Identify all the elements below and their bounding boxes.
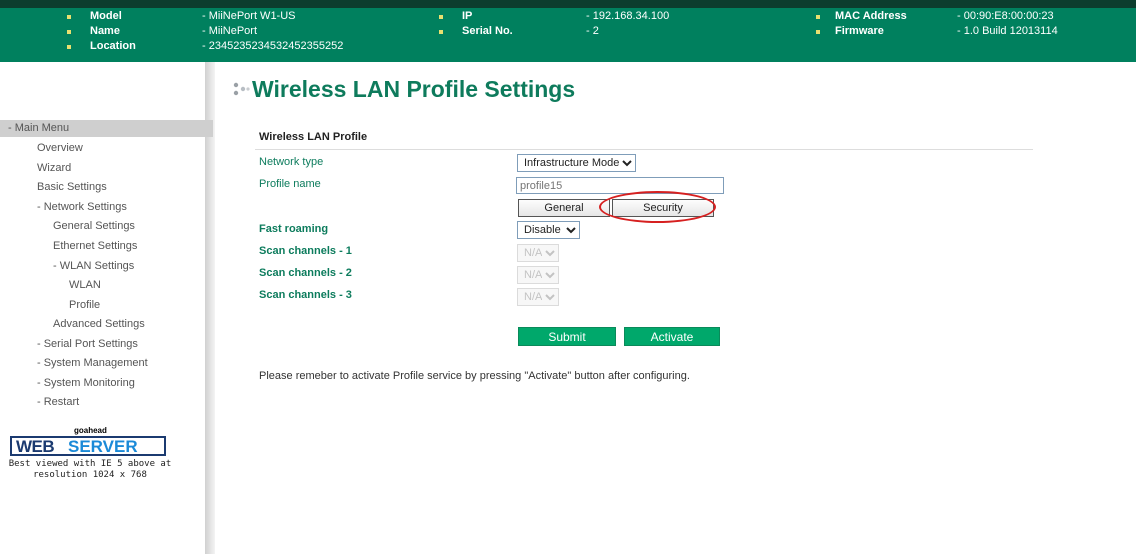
scan-channels-3-select[interactable]: N/A: [517, 288, 559, 306]
bullet-icon: [816, 15, 820, 19]
model-label: Model: [90, 10, 122, 22]
scan-channels-1-select[interactable]: N/A: [517, 244, 559, 262]
scan-channels-2-select[interactable]: N/A: [517, 266, 559, 284]
location-value: - 2345235234532452355252: [202, 40, 344, 52]
serial-value: - 2: [586, 25, 599, 37]
name-value: - MiiNePort: [202, 25, 258, 37]
location-label: Location: [90, 40, 136, 52]
main-menu-label: - Main Menu: [8, 122, 70, 134]
logo-web-text: WEB: [16, 437, 55, 456]
ip-label: IP: [462, 10, 473, 22]
submit-button[interactable]: Submit: [518, 327, 616, 346]
browser-note-line-1: Best viewed with IE 5 above at: [8, 459, 172, 469]
mac-label: MAC Address: [835, 10, 907, 22]
sidebar-item-system-monitoring[interactable]: - System Monitoring: [37, 376, 135, 390]
bullet-icon: [439, 30, 443, 34]
profile-name-label: Profile name: [259, 178, 321, 190]
mac-value: - 00:90:E8:00:00:23: [957, 10, 1054, 22]
network-type-label: Network type: [259, 156, 324, 168]
scan-channels-1-label: Scan channels - 1: [259, 245, 352, 257]
sidebar-item-wlan[interactable]: WLAN: [69, 278, 101, 292]
fast-roaming-label: Fast roaming: [259, 223, 329, 235]
browser-recommendation-note: Best viewed with IE 5 above at resolutio…: [0, 459, 180, 481]
model-value: - MiiNePort W1-US: [202, 10, 296, 22]
sidebar-item-ethernet-settings[interactable]: Ethernet Settings: [53, 239, 137, 253]
name-label: Name: [90, 25, 120, 37]
bullet-icon: [67, 45, 71, 49]
security-highlight-circle: [599, 191, 716, 223]
sidebar-item-advanced-settings[interactable]: Advanced Settings: [53, 317, 145, 331]
sidebar-item-system-management[interactable]: - System Management: [37, 356, 148, 370]
sidebar-item-general-settings[interactable]: General Settings: [53, 219, 135, 233]
section-divider: [255, 149, 1033, 150]
device-info-header: Model - MiiNePort W1-US Name - MiiNePort…: [0, 0, 1136, 62]
title-dots-icon: [233, 82, 250, 96]
section-title: Wireless LAN Profile: [259, 131, 368, 143]
bullet-icon: [816, 30, 820, 34]
activate-button[interactable]: Activate: [624, 327, 720, 346]
serial-label: Serial No.: [462, 25, 513, 37]
sidebar-item-basic-settings[interactable]: Basic Settings: [37, 180, 107, 194]
profile-name-input[interactable]: [516, 177, 724, 194]
activation-note: Please remeber to activate Profile servi…: [259, 370, 690, 382]
bullet-icon: [67, 30, 71, 34]
sidebar-item-overview[interactable]: Overview: [37, 141, 83, 155]
sidebar-item-serial-port-settings[interactable]: - Serial Port Settings: [37, 337, 138, 351]
logo-goahead-text: goahead: [74, 426, 107, 435]
sidebar-item-wlan-settings[interactable]: - WLAN Settings: [53, 259, 134, 273]
general-button[interactable]: General: [518, 199, 610, 217]
sidebar-item-profile[interactable]: Profile: [69, 298, 100, 312]
fast-roaming-select[interactable]: Disable: [517, 221, 580, 239]
scan-channels-3-label: Scan channels - 3: [259, 289, 352, 301]
bullet-icon: [67, 15, 71, 19]
network-type-select[interactable]: Infrastructure Mode: [517, 154, 636, 172]
firmware-value: - 1.0 Build 12013114: [957, 25, 1058, 37]
firmware-label: Firmware: [835, 25, 884, 37]
page-title: Wireless LAN Profile Settings: [252, 76, 576, 102]
browser-note-line-2: resolution 1024 x 768: [33, 470, 147, 480]
sidebar-item-wizard[interactable]: Wizard: [37, 161, 71, 175]
logo-server-text: SERVER: [68, 437, 138, 456]
sidebar-item-restart[interactable]: - Restart: [37, 395, 79, 409]
main-menu-heading[interactable]: - Main Menu: [0, 120, 213, 137]
logo-box: WEB SERVER: [10, 436, 166, 456]
scan-channels-2-label: Scan channels - 2: [259, 267, 352, 279]
sidebar-item-network-settings[interactable]: - Network Settings: [37, 200, 127, 214]
goahead-webserver-logo: goahead WEB SERVER: [10, 426, 168, 456]
bullet-icon: [439, 15, 443, 19]
ip-value: - 192.168.34.100: [586, 10, 670, 22]
